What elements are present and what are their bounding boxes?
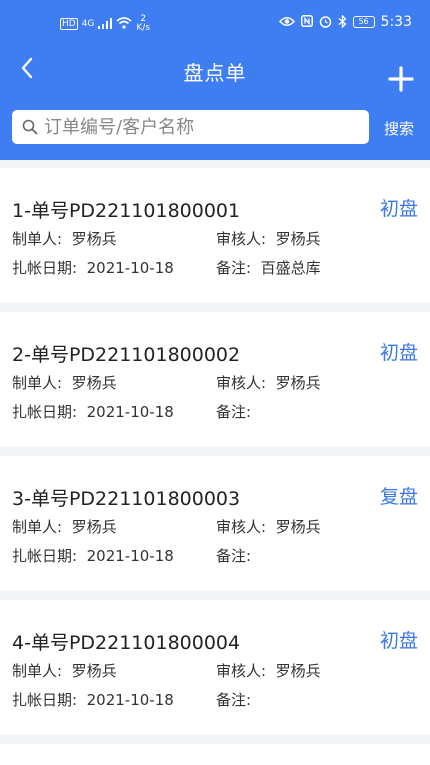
reviewer-label: 审核人:	[216, 230, 267, 248]
header: HD 4G 2 K/s 56 5:33 盘点单 订单编号/客户名称 搜索	[0, 0, 430, 160]
order-type-badge: 初盘	[379, 630, 418, 652]
date-field: 扎帐日期: 2021-10-18	[12, 689, 174, 710]
remark-field: 备注: 百盛总库	[216, 257, 321, 278]
remark-field: 备注:	[216, 545, 261, 566]
date-field: 扎帐日期: 2021-10-18	[12, 401, 174, 422]
order-title: 1-单号PD221101800001	[12, 200, 241, 222]
maker-field: 制单人: 罗杨兵	[12, 228, 117, 249]
reviewer-value: 罗杨兵	[275, 662, 321, 680]
reviewer-field: 审核人: 罗杨兵	[216, 228, 321, 249]
remark-value: 百盛总库	[260, 259, 321, 277]
remark-label: 备注:	[216, 547, 252, 565]
signal-type-label: 4G	[81, 19, 95, 29]
maker-value: 罗杨兵	[71, 230, 117, 248]
maker-field: 制单人: 罗杨兵	[12, 372, 117, 393]
order-type-badge: 初盘	[379, 198, 418, 220]
date-label: 扎帐日期:	[12, 547, 78, 565]
status-bar: HD 4G 2 K/s 56 5:33	[0, 0, 430, 40]
reviewer-label: 审核人:	[216, 518, 267, 536]
maker-value: 罗杨兵	[71, 518, 117, 536]
date-label: 扎帐日期:	[12, 259, 78, 277]
maker-label: 制单人:	[12, 230, 63, 248]
network-speed: 2 K/s	[136, 15, 150, 33]
date-label: 扎帐日期:	[12, 691, 78, 709]
order-card-partial	[0, 744, 430, 765]
status-time: 5:33	[380, 14, 412, 30]
eye-icon	[278, 16, 295, 29]
reviewer-label: 审核人:	[216, 374, 267, 392]
signal-icon	[98, 17, 113, 31]
reviewer-value: 罗杨兵	[275, 230, 321, 248]
search-button[interactable]: 搜索	[384, 118, 414, 139]
remark-label: 备注:	[216, 403, 252, 421]
status-bar-left: HD 4G 2 K/s	[60, 15, 150, 33]
order-card[interactable]: 4-单号PD221101800004 初盘 制单人: 罗杨兵 审核人: 罗杨兵 …	[0, 600, 430, 735]
battery-icon: 56	[352, 16, 375, 28]
maker-label: 制单人:	[12, 518, 63, 536]
page-title: 盘点单	[183, 61, 247, 85]
search-box[interactable]	[12, 110, 369, 144]
reviewer-field: 审核人: 罗杨兵	[216, 660, 321, 681]
remark-field: 备注:	[216, 401, 261, 422]
order-card[interactable]: 1-单号PD221101800001 初盘 制单人: 罗杨兵 审核人: 罗杨兵 …	[0, 168, 430, 303]
bluetooth-icon	[338, 13, 347, 30]
network-type-label: HD	[60, 18, 78, 30]
search-icon	[22, 119, 38, 135]
reviewer-value: 罗杨兵	[275, 518, 321, 536]
date-value: 2021-10-18	[86, 403, 174, 421]
maker-value: 罗杨兵	[71, 662, 117, 680]
reviewer-field: 审核人: 罗杨兵	[216, 516, 321, 537]
add-icon[interactable]	[388, 66, 414, 92]
date-label: 扎帐日期:	[12, 403, 78, 421]
order-card[interactable]: 3-单号PD221101800003 复盘 制单人: 罗杨兵 审核人: 罗杨兵 …	[0, 456, 430, 591]
reviewer-value: 罗杨兵	[275, 374, 321, 392]
search-input[interactable]	[44, 116, 354, 138]
order-title: 4-单号PD221101800004	[12, 632, 241, 654]
remark-label: 备注:	[216, 259, 252, 277]
remark-field: 备注:	[216, 689, 261, 710]
order-type-badge: 初盘	[379, 342, 418, 364]
nfc-icon	[300, 15, 313, 29]
order-title: 2-单号PD221101800002	[12, 344, 241, 366]
date-value: 2021-10-18	[86, 547, 174, 565]
status-bar-right: 56 5:33	[278, 13, 412, 30]
date-field: 扎帐日期: 2021-10-18	[12, 257, 174, 278]
wifi-icon	[116, 17, 132, 31]
maker-label: 制单人:	[12, 662, 63, 680]
remark-label: 备注:	[216, 691, 252, 709]
maker-value: 罗杨兵	[71, 374, 117, 392]
maker-field: 制单人: 罗杨兵	[12, 516, 117, 537]
maker-field: 制单人: 罗杨兵	[12, 660, 117, 681]
reviewer-label: 审核人:	[216, 662, 267, 680]
order-type-badge: 复盘	[379, 486, 418, 508]
alarm-icon	[319, 15, 332, 30]
order-title: 3-单号PD221101800003	[12, 488, 241, 510]
maker-label: 制单人:	[12, 374, 63, 392]
date-field: 扎帐日期: 2021-10-18	[12, 545, 174, 566]
network-speed-unit: K/s	[136, 23, 151, 33]
order-card[interactable]: 2-单号PD221101800002 初盘 制单人: 罗杨兵 审核人: 罗杨兵 …	[0, 312, 430, 447]
date-value: 2021-10-18	[86, 691, 174, 709]
date-value: 2021-10-18	[86, 259, 174, 277]
reviewer-field: 审核人: 罗杨兵	[216, 372, 321, 393]
